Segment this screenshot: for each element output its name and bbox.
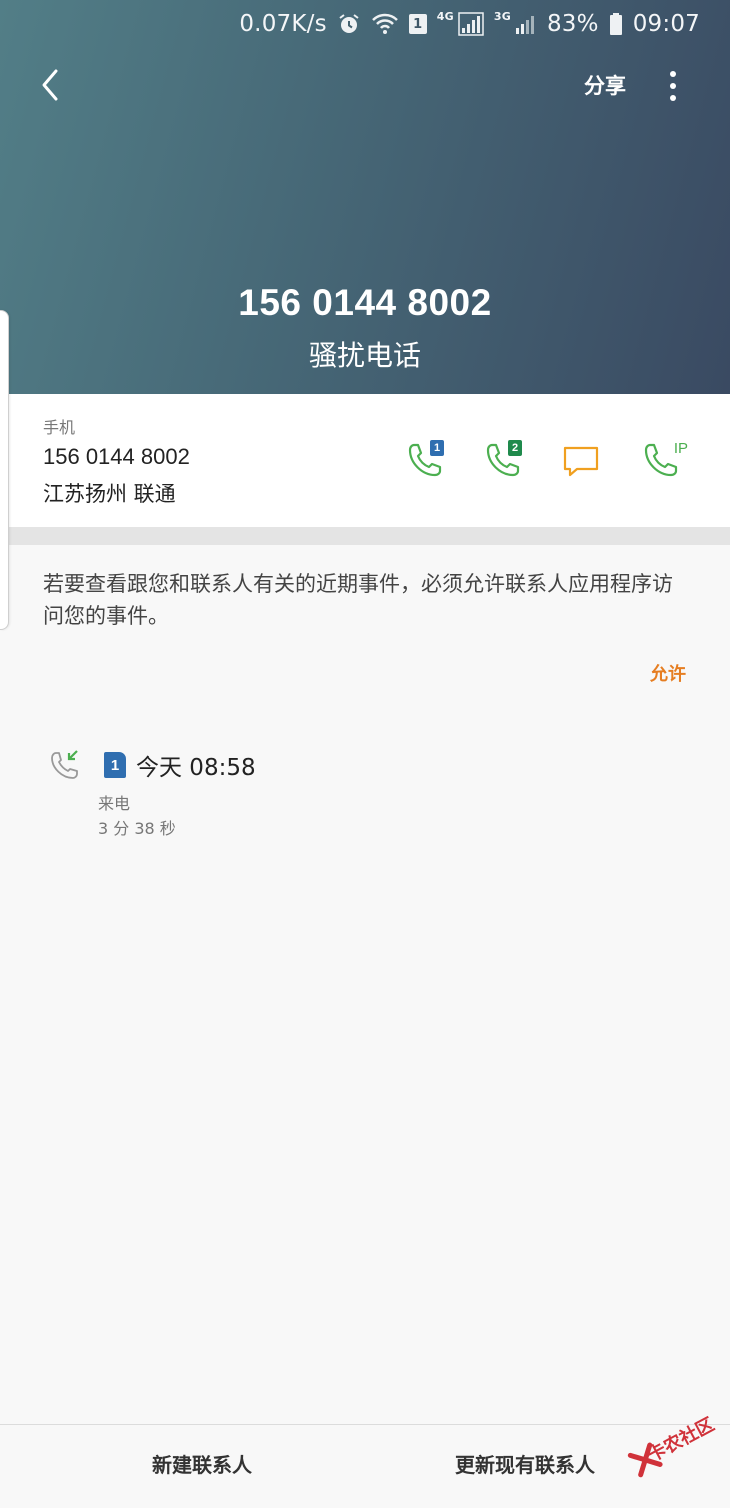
number-card: 手机 156 0144 8002 江苏扬州 联通 1 2 IP: [0, 394, 730, 527]
call-sim1-button[interactable]: 1: [400, 436, 448, 484]
wifi-icon: [371, 12, 399, 36]
sim2-badge: 2: [508, 440, 522, 456]
share-button[interactable]: 分享: [584, 70, 626, 100]
ip-call-button[interactable]: IP: [636, 436, 688, 484]
incoming-call-icon: [51, 750, 78, 779]
hero-phone-number: 156 0144 8002: [238, 282, 492, 323]
status-bar: 0.07K/s 1 4G 3G 83% 09:07: [239, 6, 700, 42]
phone-number: 156 0144 8002: [43, 444, 190, 469]
clock: 09:07: [632, 11, 700, 37]
call-type: 来电: [98, 794, 131, 813]
network-type-1: 4G: [436, 10, 454, 23]
watermark-text: 卡农社区: [644, 1414, 718, 1467]
sim-icon: 1: [104, 752, 126, 778]
battery-icon: [609, 12, 623, 36]
edge-panel-handle[interactable]: [0, 310, 9, 630]
ip-badge: IP: [673, 440, 688, 457]
battery-percent: 83%: [546, 11, 599, 37]
more-options-button[interactable]: [658, 66, 688, 106]
update-contact-button[interactable]: 更新现有联系人: [455, 1449, 595, 1478]
number-type-label: 手机: [43, 418, 76, 437]
signal-full-icon: [458, 12, 484, 36]
network-type-2: 3G: [493, 10, 511, 23]
back-button[interactable]: [30, 62, 70, 108]
message-icon: [563, 446, 599, 477]
back-arrow-icon: [42, 69, 58, 101]
sim-indicator-icon: 1: [408, 14, 427, 34]
new-contact-button[interactable]: 新建联系人: [152, 1449, 252, 1478]
contact-header: 0.07K/s 1 4G 3G 83% 09:07 分享 156 0144 80…: [0, 0, 730, 394]
network-speed: 0.07K/s: [239, 11, 327, 37]
call-duration: 3 分 38 秒: [98, 819, 176, 838]
sim1-badge: 1: [430, 440, 444, 456]
allow-button[interactable]: 允许: [650, 660, 686, 686]
alarm-icon: [337, 12, 361, 36]
spam-label: 骚扰电话: [308, 339, 421, 372]
permission-notice: 若要查看跟您和联系人有关的近期事件，必须允许联系人应用程序访问您的事件。: [43, 572, 673, 628]
call-time: 今天 08:58: [136, 755, 256, 781]
signal-weak-icon: [515, 12, 537, 36]
number-location: 江苏扬州 联通: [43, 482, 176, 506]
section-divider: [0, 527, 730, 545]
call-log-item[interactable]: 1 今天 08:58 来电 3 分 38 秒: [0, 740, 730, 850]
message-button[interactable]: [557, 436, 605, 484]
call-sim2-button[interactable]: 2: [478, 436, 526, 484]
